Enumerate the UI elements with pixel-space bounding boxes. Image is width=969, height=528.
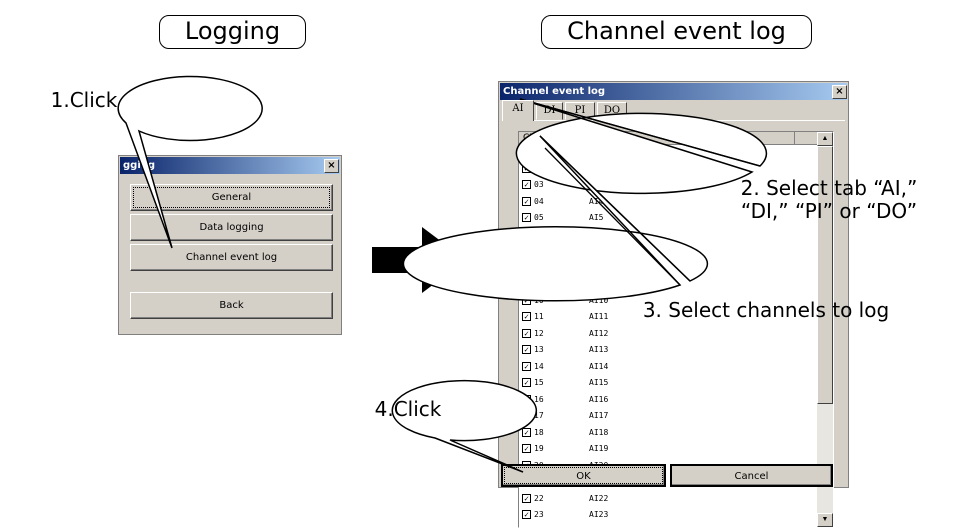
callout-graphics [117,75,768,473]
channel-checkbox[interactable]: ✓ [522,510,531,519]
callout-step4-text: 4.Click [374,397,442,421]
channel-row[interactable]: ✓ 23 AI23 [519,508,815,523]
tab-ai[interactable]: AI [502,100,534,121]
callout-step3-text: 3. Select channels to log [642,298,890,322]
channel-name: AI23 [589,510,609,519]
callout-step2-text-line1: 2. Select tab “AI,” [740,176,918,200]
channel-number: 23 [534,510,544,519]
callout-bubble-step4 [391,379,538,473]
callout-step2-text-line2: “DI,” “PI” or “DO” [740,199,918,223]
scroll-down-icon[interactable]: ▼ [817,513,833,527]
callout-step1-text: 1.Click [50,88,118,112]
